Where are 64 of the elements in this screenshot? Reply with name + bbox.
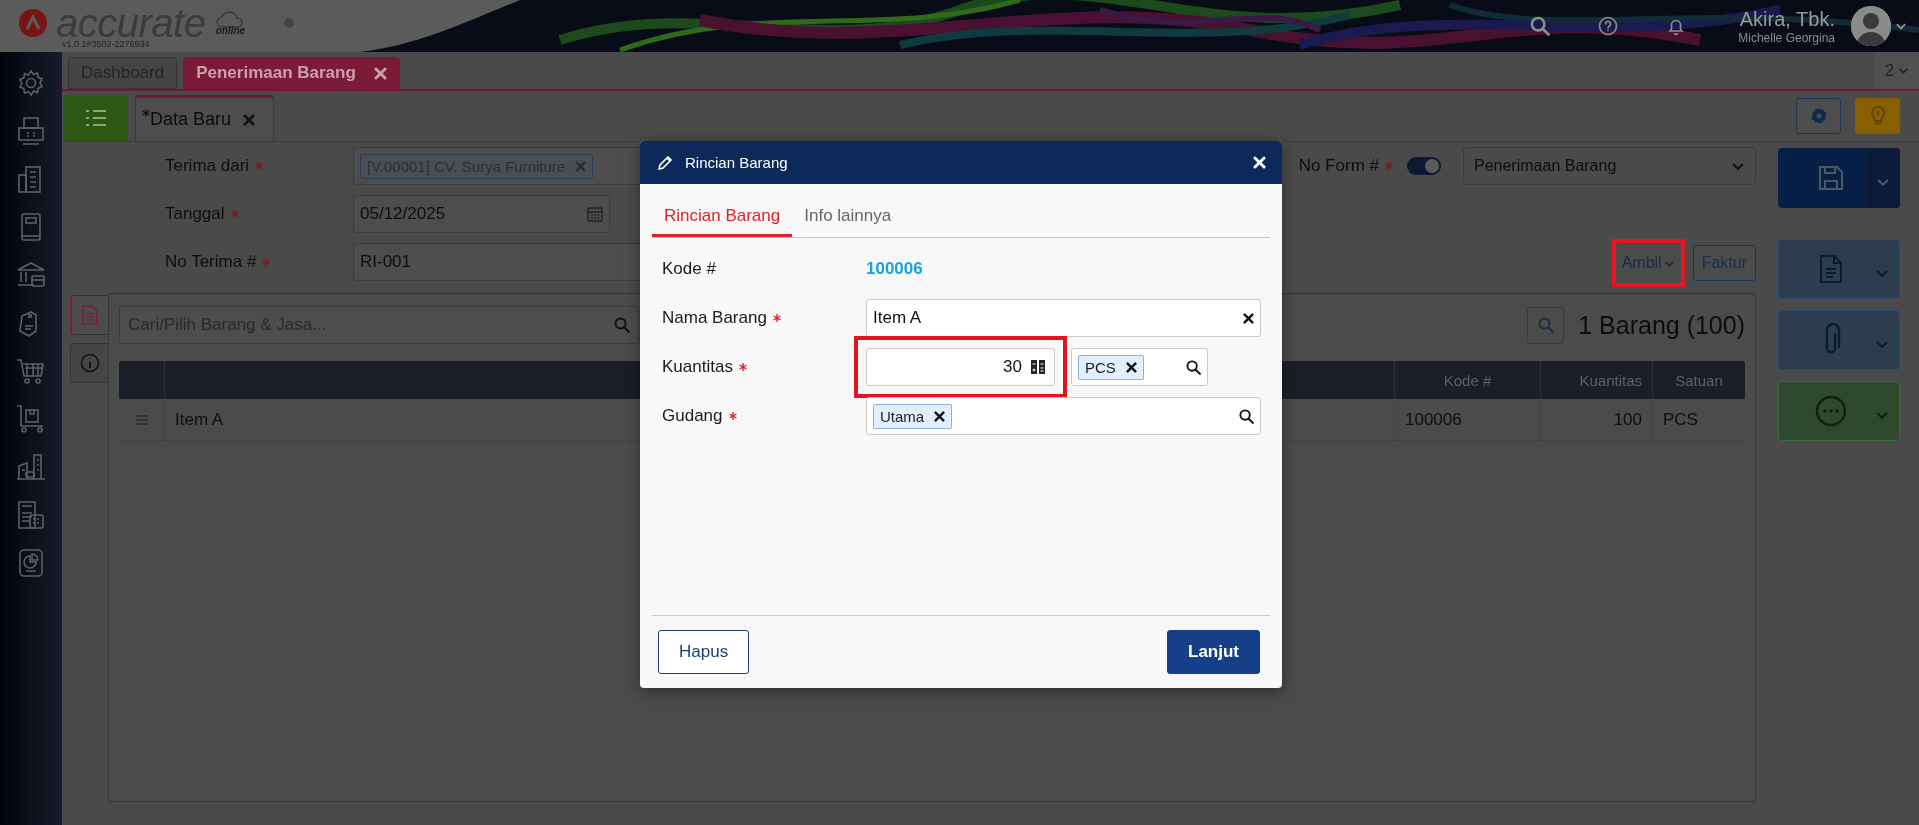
document-icon [81,305,99,325]
calendar-icon[interactable] [587,206,603,222]
drag-handle-icon[interactable] [135,414,148,425]
attachment-button[interactable] [1778,310,1900,370]
pencil-icon [657,154,673,171]
tab[interactable]: Penerimaan Barang [183,57,400,89]
field-label: Kode # [662,259,716,279]
search-button[interactable] [1527,306,1565,344]
tips-button[interactable] [1855,98,1900,134]
item-code: 100006 [866,259,923,279]
item-summary: 1 Barang (100) [1578,310,1745,340]
quantity-field[interactable]: 30 [866,348,1055,386]
dot-icon [283,17,296,29]
unit-tag: PCS [1078,354,1144,380]
field-label: No Form # [1298,156,1379,176]
toggle-switch[interactable] [1407,157,1441,175]
logo-subtext: online [215,24,246,36]
close-icon[interactable] [934,410,946,422]
tab[interactable]: Info lainnya [792,198,904,237]
field-label: Gudang [662,406,723,426]
search-icon[interactable] [1239,408,1254,424]
close-icon[interactable] [1243,312,1254,324]
table-cell: 100 [1540,399,1652,441]
form-type-select[interactable]: Penerimaan Barang [1463,147,1756,185]
continue-button[interactable]: Lanjut [1167,630,1260,674]
list-icon [85,109,107,127]
user-name: Akira, Tbk. [1739,7,1835,31]
side-tab[interactable] [70,343,108,383]
settings-button[interactable] [1796,98,1841,134]
column-header: Kuantitas [1540,361,1652,399]
table-cell: PCS [1652,399,1745,441]
close-icon[interactable] [1125,361,1137,373]
save-icon [1817,164,1845,192]
search-icon[interactable] [1530,16,1551,36]
logo-icon [18,8,48,38]
field-label: No Terima # [165,252,257,272]
column-header: Kode # [1394,361,1540,399]
gear-icon [1809,107,1828,125]
unit-field[interactable]: PCS [1071,348,1208,386]
field-label: Nama Barang [662,308,767,328]
more-button[interactable] [1778,381,1900,441]
tab[interactable]: Rincian Barang [652,198,793,237]
document-icon [1818,254,1844,284]
item-name-field[interactable]: Item A [866,299,1261,337]
warehouse-field[interactable]: Utama [866,397,1261,435]
info-icon [79,353,100,373]
warehouse-tag: Utama [873,403,953,429]
date-field[interactable]: 05/12/2025 [353,195,610,233]
user-subtitle: Michelle Georgina [1738,30,1835,45]
field-label: Terima dari [165,156,250,176]
table-cell: 100006 [1394,399,1540,441]
delete-button[interactable]: Hapus [658,630,750,674]
field-label: Tanggal [165,204,225,224]
field-label: Kuantitas [662,357,733,377]
document-button[interactable] [1778,239,1900,299]
help-icon[interactable] [1598,16,1619,36]
tab[interactable]: Data Baru [135,95,275,141]
save-button[interactable] [1778,148,1900,208]
search-icon[interactable] [1186,359,1201,375]
lightbulb-icon [1869,106,1886,126]
calculator-icon[interactable] [1030,359,1046,375]
more-icon [1815,395,1847,427]
column-header: Satuan [1652,361,1745,399]
list-view-button[interactable] [64,95,128,141]
